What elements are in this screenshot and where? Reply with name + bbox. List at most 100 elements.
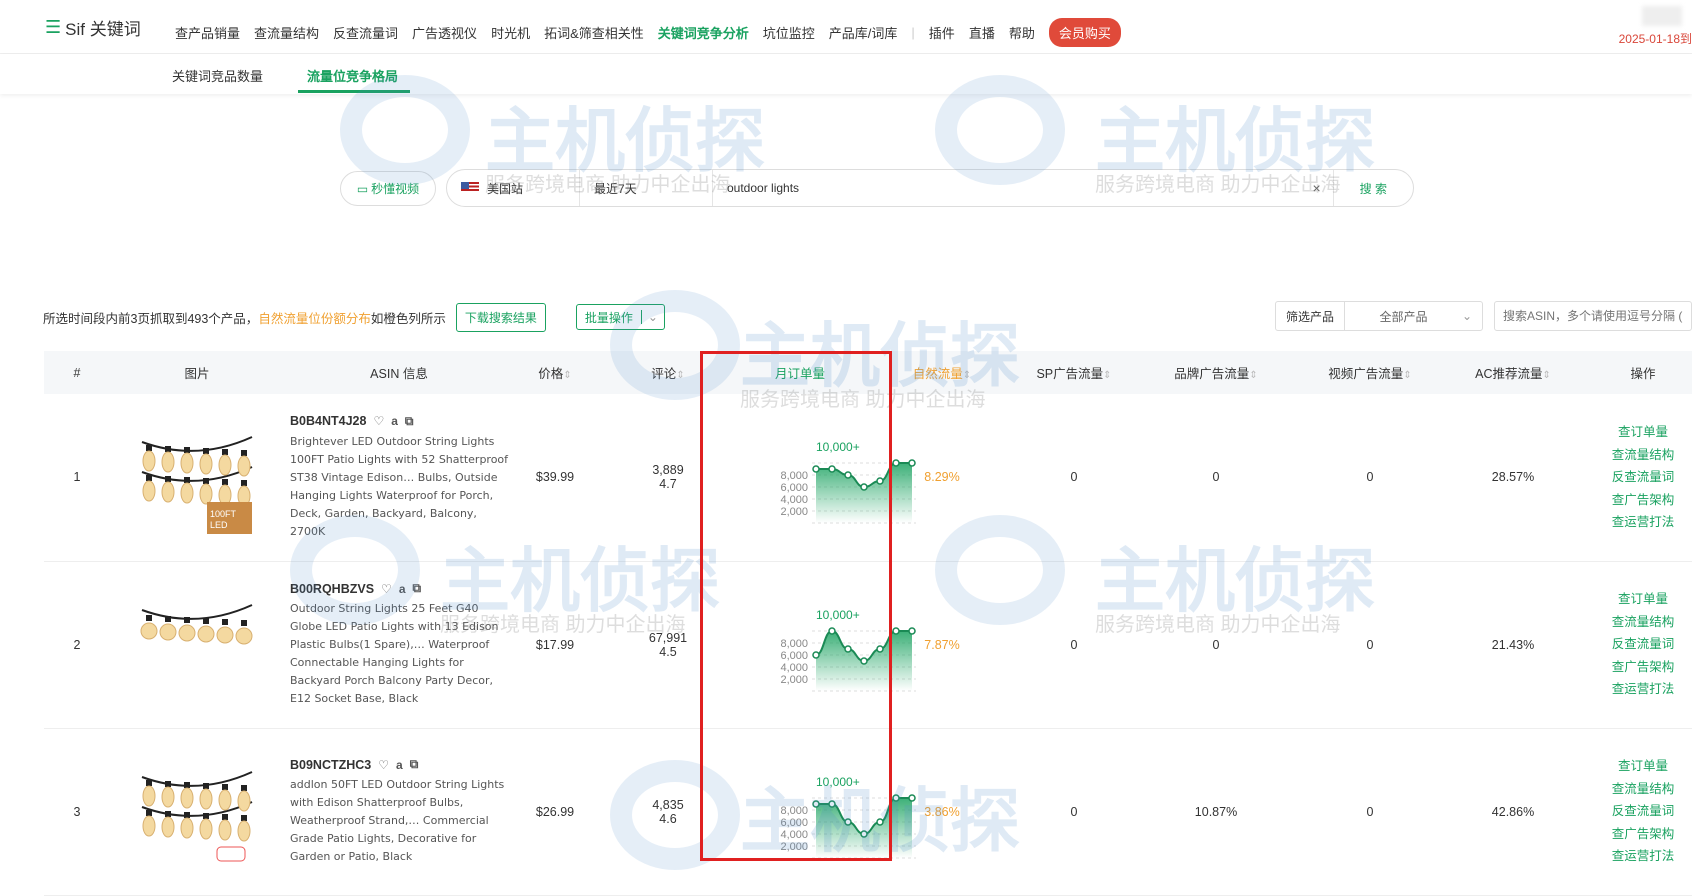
asin-link[interactable]: B0B4NT4J28: [290, 414, 366, 428]
tab-traffic-competition[interactable]: 流量位竞争格局: [307, 66, 398, 85]
data-point[interactable]: [876, 644, 884, 653]
action-link[interactable]: 查广告架构: [1594, 656, 1692, 679]
action-link[interactable]: 查订单量: [1594, 588, 1692, 611]
sort-icon[interactable]: ⇕: [1103, 370, 1111, 381]
data-point[interactable]: [908, 459, 916, 467]
action-link[interactable]: 查运营打法: [1594, 511, 1692, 534]
product-filter-select[interactable]: 筛选产品 全部产品 ⌄: [1275, 301, 1483, 331]
data-point[interactable]: [812, 799, 820, 808]
nav-item[interactable]: 时光机: [491, 23, 530, 42]
chevron-down-icon[interactable]: ⌄: [640, 310, 664, 324]
action-link[interactable]: 查广告架构: [1594, 489, 1692, 512]
sort-icon[interactable]: ⇕: [1249, 370, 1257, 381]
period-select[interactable]: 最近7天: [580, 170, 713, 206]
copy-icon[interactable]: ⧉: [413, 581, 422, 596]
data-point[interactable]: [876, 477, 884, 485]
product-image[interactable]: 100FT LED: [137, 417, 257, 537]
column-header[interactable]: SP广告流量⇕: [1024, 351, 1124, 394]
column-header[interactable]: 自然流量⇕: [860, 351, 1024, 394]
vip-purchase-button[interactable]: 会员购买: [1048, 18, 1121, 47]
data-point[interactable]: [844, 471, 852, 479]
action-link[interactable]: 查运营打法: [1594, 678, 1692, 701]
nav-item[interactable]: 查流量结构: [254, 23, 319, 42]
nav-item-help[interactable]: 帮助: [1009, 23, 1035, 42]
data-point[interactable]: [812, 465, 820, 473]
product-image[interactable]: [137, 752, 257, 872]
amazon-icon[interactable]: a: [391, 414, 398, 428]
data-point[interactable]: [892, 459, 900, 467]
column-header[interactable]: 品牌广告流量⇕: [1124, 351, 1308, 394]
nav-item[interactable]: 拓词&筛查相关性: [544, 23, 644, 42]
asin-link[interactable]: B09NCTZHC3: [290, 758, 371, 772]
column-header[interactable]: 视频广告流量⇕: [1308, 351, 1432, 394]
sparkline-svg: 10,000+ 8,0006,0004,0002,000: [780, 608, 916, 691]
action-link[interactable]: 查订单量: [1594, 421, 1692, 444]
data-point[interactable]: [892, 626, 900, 635]
amazon-icon[interactable]: a: [399, 582, 406, 596]
action-link[interactable]: 反查流量词: [1594, 800, 1692, 823]
video-tutorial-button[interactable]: ▭ 秒懂视频: [340, 171, 436, 206]
data-point[interactable]: [908, 626, 916, 635]
sort-icon[interactable]: ⇕: [1403, 370, 1411, 381]
action-link[interactable]: 查流量结构: [1594, 778, 1692, 801]
site-select[interactable]: 美国站: [447, 170, 580, 206]
asin-search-input[interactable]: [1494, 301, 1692, 331]
copy-icon[interactable]: ⧉: [405, 414, 414, 429]
sort-icon[interactable]: ⇕: [963, 370, 971, 381]
avatar[interactable]: [1642, 6, 1682, 26]
data-point[interactable]: [828, 465, 836, 473]
nav-item[interactable]: 广告透视仪: [412, 23, 477, 42]
menu-icon[interactable]: ☰: [45, 17, 61, 38]
action-link[interactable]: 反查流量词: [1594, 466, 1692, 489]
sort-icon[interactable]: ⇕: [563, 370, 571, 381]
nav-item[interactable]: 坑位监控: [763, 23, 815, 42]
monthly-orders-chart[interactable]: 10,000+ 8,000 6,000 4,000 2,000: [740, 762, 920, 862]
nav-item[interactable]: 反查流量词: [333, 23, 398, 42]
data-point[interactable]: [860, 483, 868, 491]
download-results-button[interactable]: 下载搜索结果: [455, 302, 546, 332]
y-tick-label: 2,000: [780, 841, 808, 853]
action-link[interactable]: 查广告架构: [1594, 823, 1692, 846]
monthly-orders-chart[interactable]: 10,000+ 8,000 6,000 4,000 2,000: [740, 427, 920, 527]
data-point[interactable]: [844, 817, 852, 826]
us-flag-icon: [461, 182, 479, 194]
data-point[interactable]: [828, 626, 836, 635]
action-link[interactable]: 查流量结构: [1594, 444, 1692, 467]
search-button[interactable]: 搜 索: [1332, 170, 1413, 206]
column-header[interactable]: 价格⇕: [514, 351, 596, 394]
data-point[interactable]: [892, 793, 900, 802]
data-point[interactable]: [908, 793, 916, 802]
data-point[interactable]: [828, 799, 836, 808]
column-header[interactable]: AC推荐流量⇕: [1432, 351, 1594, 394]
data-point[interactable]: [812, 650, 820, 659]
action-link[interactable]: 查流量结构: [1594, 611, 1692, 634]
product-image[interactable]: [137, 585, 257, 705]
heart-icon[interactable]: ♡: [378, 758, 389, 772]
monthly-orders-chart[interactable]: 10,000+ 8,000 6,000 4,000 2,000: [740, 595, 920, 695]
sort-icon[interactable]: ⇕: [676, 370, 684, 381]
sort-icon[interactable]: ⇕: [1542, 370, 1550, 381]
logo[interactable]: ☰ Sif 关键词: [45, 15, 141, 40]
nav-item[interactable]: 查产品销量: [175, 23, 240, 42]
column-header[interactable]: 评论⇕: [596, 351, 740, 394]
action-link[interactable]: 查订单量: [1594, 755, 1692, 778]
bulk-actions-dropdown[interactable]: 批量操作 ⌄: [575, 304, 665, 330]
data-point[interactable]: [844, 644, 852, 653]
asin-link[interactable]: B00RQHBZVS: [290, 582, 374, 596]
heart-icon[interactable]: ♡: [381, 582, 392, 596]
keyword-input[interactable]: [713, 181, 1301, 195]
heart-icon[interactable]: ♡: [373, 414, 384, 428]
tab-keyword-competitors[interactable]: 关键词竞品数量: [172, 66, 263, 85]
data-point[interactable]: [876, 817, 884, 826]
nav-item-live[interactable]: 直播: [969, 23, 995, 42]
nav-item-plugin[interactable]: 插件: [929, 23, 955, 42]
copy-icon[interactable]: ⧉: [410, 757, 419, 772]
clear-icon[interactable]: ×: [1300, 180, 1332, 196]
nav-item[interactable]: 产品库/词库: [829, 23, 898, 42]
action-link[interactable]: 查运营打法: [1594, 845, 1692, 868]
amazon-icon[interactable]: a: [396, 758, 403, 772]
action-link[interactable]: 反查流量词: [1594, 633, 1692, 656]
data-point[interactable]: [860, 656, 868, 665]
data-point[interactable]: [860, 829, 868, 838]
nav-item-active[interactable]: 关键词竞争分析: [658, 23, 749, 42]
